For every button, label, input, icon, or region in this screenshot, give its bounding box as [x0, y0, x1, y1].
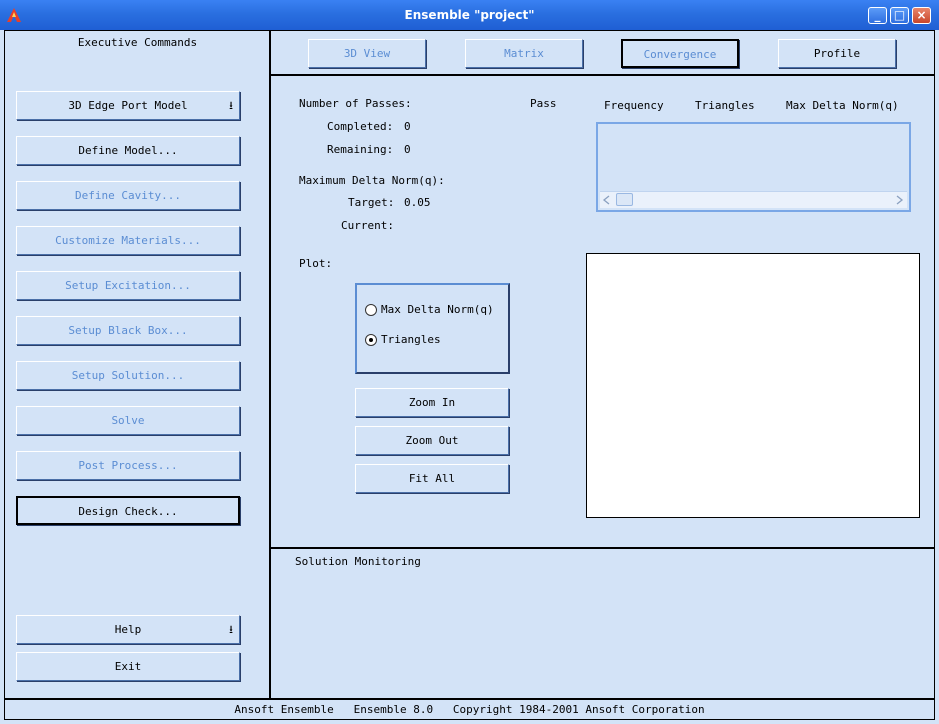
exit-button[interactable]: Exit: [16, 652, 240, 681]
current-label: Current:: [341, 219, 394, 232]
title-bar[interactable]: Ensemble "project" _ □ ×: [0, 0, 939, 30]
window-title: Ensemble "project": [404, 8, 535, 22]
tab-profile[interactable]: Profile: [778, 39, 896, 68]
scroll-right-icon[interactable]: [894, 195, 904, 205]
maximize-icon: □: [893, 8, 906, 22]
solution-monitoring-panel: Solution Monitoring: [271, 547, 935, 698]
radio-off-icon: [365, 304, 377, 316]
fit-all-button[interactable]: Fit All: [355, 464, 509, 493]
scroll-thumb[interactable]: [616, 193, 633, 206]
design-check-button[interactable]: Design Check...: [16, 496, 240, 525]
remaining-value: 0: [404, 143, 411, 156]
zoom-in-button[interactable]: Zoom In: [355, 388, 509, 417]
close-icon: ×: [916, 8, 927, 22]
scroll-left-icon[interactable]: [602, 195, 612, 205]
setup-excitation-button[interactable]: Setup Excitation...: [16, 271, 240, 300]
edge-port-model-button[interactable]: 3D Edge Port Model ⭳: [16, 91, 240, 120]
tab-convergence[interactable]: Convergence: [621, 39, 739, 68]
zoom-out-button[interactable]: Zoom Out: [355, 426, 509, 455]
number-of-passes-label: Number of Passes:: [299, 97, 412, 110]
column-header-max-delta: Max Delta Norm(q): [786, 99, 899, 112]
tab-matrix[interactable]: Matrix: [465, 39, 583, 68]
define-model-button[interactable]: Define Model...: [16, 136, 240, 165]
convergence-plot-area[interactable]: [586, 253, 920, 518]
dropdown-arrow-icon: ⭳: [229, 99, 233, 112]
help-label: Help: [114, 623, 142, 636]
max-delta-norm-label: Maximum Delta Norm(q):: [299, 174, 445, 187]
plot-options-group: Max Delta Norm(q) Triangles: [355, 283, 510, 374]
remaining-label: Remaining:: [327, 143, 394, 156]
plot-label: Plot:: [299, 257, 333, 270]
tab-3d-view[interactable]: 3D View: [308, 39, 426, 68]
target-label: Target:: [348, 196, 395, 209]
radio-on-icon: [365, 334, 377, 346]
customize-materials-button[interactable]: Customize Materials...: [16, 226, 240, 255]
horizontal-scrollbar[interactable]: [600, 191, 907, 208]
column-header-triangles: Triangles: [695, 99, 755, 112]
minimize-icon: _: [874, 8, 881, 22]
setup-solution-button[interactable]: Setup Solution...: [16, 361, 240, 390]
column-header-frequency: Frequency: [604, 99, 664, 112]
executive-commands-title: Executive Commands: [77, 36, 198, 49]
app-window: Ensemble "project" _ □ × Executive Comma…: [0, 0, 939, 724]
define-cavity-button[interactable]: Define Cavity...: [16, 181, 240, 210]
solve-button[interactable]: Solve: [16, 406, 240, 435]
completed-value: 0: [404, 120, 411, 133]
help-button[interactable]: Help ⭳: [16, 615, 240, 644]
maximize-button[interactable]: □: [890, 7, 909, 24]
completed-label: Completed:: [327, 120, 394, 133]
minimize-button[interactable]: _: [868, 7, 887, 24]
target-value: 0.05: [404, 196, 431, 209]
edge-port-model-label: 3D Edge Port Model: [68, 99, 188, 112]
radio-max-delta-norm[interactable]: Max Delta Norm(q): [365, 303, 505, 319]
convergence-table[interactable]: [596, 122, 911, 212]
close-button[interactable]: ×: [912, 7, 931, 24]
solution-monitoring-title: Solution Monitoring: [295, 555, 421, 568]
post-process-button[interactable]: Post Process...: [16, 451, 240, 480]
column-header-pass: Pass: [530, 97, 557, 110]
status-bar: Ansoft Ensemble Ensemble 8.0 Copyright 1…: [4, 698, 935, 720]
setup-black-box-button[interactable]: Setup Black Box...: [16, 316, 240, 345]
dropdown-arrow-icon: ⭳: [229, 623, 233, 636]
radio-triangles[interactable]: Triangles: [365, 333, 505, 349]
